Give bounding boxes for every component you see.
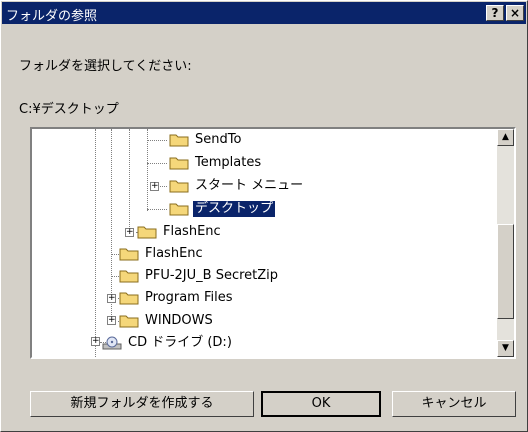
tree-item-label: SendTo bbox=[195, 132, 242, 147]
tree-item-label: スタート メニュー bbox=[195, 178, 304, 193]
tree-line bbox=[95, 129, 96, 357]
tree-item-templates[interactable]: Templates bbox=[169, 154, 263, 172]
instruction-label: フォルダを選択してください: bbox=[19, 59, 192, 74]
close-button[interactable]: × bbox=[506, 5, 524, 21]
tree-item-flashenc-2[interactable]: FlashEnc bbox=[119, 245, 205, 263]
tree-item-label: FlashEnc bbox=[145, 246, 203, 261]
tree-line bbox=[147, 129, 148, 211]
tree-item-label: CD ドライブ (D:) bbox=[128, 335, 232, 350]
expand-toggle[interactable]: + bbox=[107, 316, 116, 325]
new-folder-button[interactable]: 新規フォルダを作成する bbox=[30, 391, 254, 417]
scroll-thumb[interactable] bbox=[497, 224, 514, 319]
expand-toggle[interactable]: + bbox=[125, 228, 134, 237]
folder-icon bbox=[119, 270, 139, 283]
folder-icon bbox=[119, 248, 139, 261]
tree-item-label: FlashEnc bbox=[163, 224, 221, 239]
folder-icon bbox=[119, 315, 139, 328]
tree-item-cd-drive[interactable]: CD ドライブ (D:) bbox=[102, 334, 234, 352]
expand-toggle[interactable]: + bbox=[107, 294, 116, 303]
tree-item-flashenc-1[interactable]: FlashEnc bbox=[137, 223, 223, 241]
tree-item-label: PFU-2JU_B SecretZip bbox=[145, 268, 279, 283]
scroll-down-arrow-icon[interactable]: ▼ bbox=[497, 340, 514, 357]
vertical-scrollbar[interactable]: ▲ ▼ bbox=[497, 129, 514, 357]
cd-drive-icon bbox=[102, 336, 122, 350]
tree-item-label: Templates bbox=[195, 155, 262, 170]
help-button[interactable]: ? bbox=[486, 5, 504, 21]
tree-item-label: WINDOWS bbox=[145, 313, 213, 328]
folder-icon bbox=[169, 157, 189, 170]
tree-item-program-files[interactable]: Program Files bbox=[119, 289, 235, 307]
tree-line bbox=[147, 209, 167, 210]
expand-toggle[interactable]: + bbox=[150, 182, 159, 191]
tree-line bbox=[147, 140, 167, 141]
tree-item-start-menu[interactable]: スタート メニュー bbox=[169, 177, 305, 195]
folder-open-icon bbox=[169, 203, 189, 216]
folder-tree[interactable]: + + + + + SendTo Templates スタート メニュー デスク… bbox=[30, 127, 516, 359]
folder-icon bbox=[119, 292, 139, 305]
tree-item-desktop[interactable]: デスクトップ bbox=[169, 200, 277, 218]
title-bar[interactable]: フォルダの参照 ? × bbox=[2, 2, 526, 24]
folder-icon bbox=[169, 180, 189, 193]
folder-icon bbox=[137, 226, 157, 239]
tree-item-secretzip[interactable]: PFU-2JU_B SecretZip bbox=[119, 267, 280, 285]
ok-button[interactable]: OK bbox=[261, 391, 381, 417]
tree-item-sendto[interactable]: SendTo bbox=[169, 131, 243, 149]
tree-item-windows[interactable]: WINDOWS bbox=[119, 312, 215, 330]
tree-line bbox=[129, 129, 130, 233]
cancel-button[interactable]: キャンセル bbox=[392, 391, 516, 417]
scroll-up-arrow-icon[interactable]: ▲ bbox=[497, 129, 514, 146]
browse-folder-dialog: フォルダの参照 ? × フォルダを選択してください: C:¥デスクトップ + +… bbox=[0, 0, 528, 432]
window-title: フォルダの参照 bbox=[6, 9, 98, 24]
expand-toggle[interactable]: + bbox=[91, 337, 100, 346]
tree-item-label: Program Files bbox=[145, 290, 233, 305]
tree-line bbox=[147, 163, 167, 164]
tree-item-label: デスクトップ bbox=[191, 200, 277, 218]
folder-icon bbox=[169, 134, 189, 147]
current-path-label: C:¥デスクトップ bbox=[19, 102, 119, 117]
folder-tree-content: + + + + + SendTo Templates スタート メニュー デスク… bbox=[32, 129, 492, 357]
